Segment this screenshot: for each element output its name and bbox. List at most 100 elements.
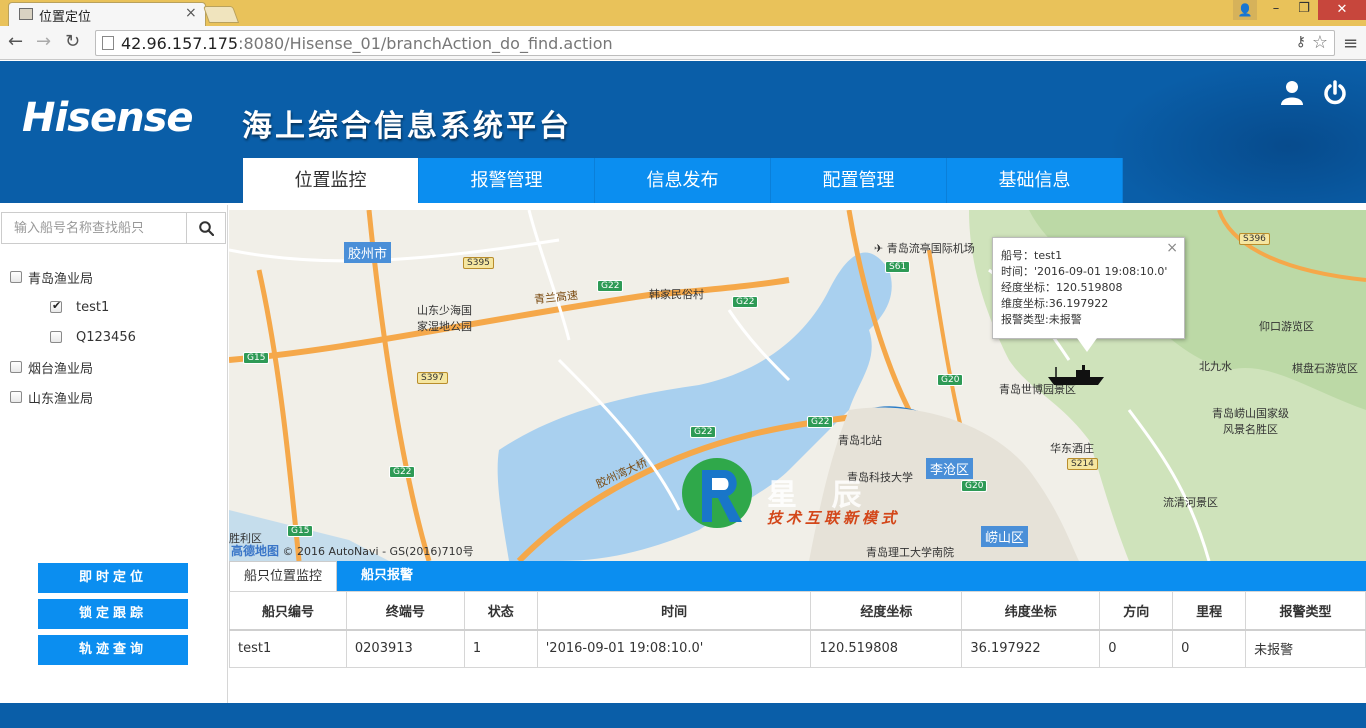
col-terminal-no[interactable]: 终端号: [345, 591, 465, 631]
road-g22: G22: [389, 466, 416, 478]
checkbox[interactable]: [10, 361, 22, 373]
tree-item-yantai[interactable]: 烟台渔业局: [10, 357, 93, 377]
page-icon: [102, 36, 114, 50]
col-longitude[interactable]: 经度坐标: [810, 591, 963, 631]
footer-bar: [0, 703, 1366, 728]
watermark-subtitle: 技术互联新模式: [767, 509, 901, 527]
col-time[interactable]: 时间: [536, 591, 812, 631]
close-window-button[interactable]: ✕: [1318, 0, 1366, 20]
new-tab-button[interactable]: [202, 6, 240, 23]
col-direction[interactable]: 方向: [1099, 591, 1174, 631]
table-row[interactable]: test1 0203913 1 '2016-09-01 19:08:10.0' …: [229, 629, 1366, 668]
tab-position-monitor[interactable]: 位置监控: [243, 158, 419, 203]
tab-close-icon[interactable]: ×: [185, 5, 197, 21]
checkbox[interactable]: [50, 331, 62, 343]
map-label-jiaozhou: 胶州市: [344, 242, 392, 263]
url-text[interactable]: 42.96.157.175:8080/Hisense_01/branchActi…: [121, 34, 613, 53]
map-label-airport: ✈ 青岛流亭国际机场: [874, 242, 975, 255]
cell: 未报警: [1245, 629, 1366, 668]
cell: 36.197922: [961, 629, 1101, 668]
road-g15: G15: [243, 352, 270, 364]
tree-item-shandong[interactable]: 山东渔业局: [10, 387, 93, 407]
checkbox[interactable]: [10, 271, 22, 283]
popup-ship-no: 船号：test1: [1001, 249, 1063, 262]
maximize-button[interactable]: ❐: [1290, 0, 1318, 20]
forward-arrow-icon[interactable]: →: [36, 31, 51, 52]
col-ship-no[interactable]: 船只编号: [229, 591, 347, 631]
tab-alarm-management[interactable]: 报警管理: [419, 158, 595, 203]
tree-item-label: 青岛渔业局: [28, 271, 94, 287]
locate-now-button[interactable]: 即时定位: [38, 563, 188, 593]
cell: 0: [1172, 629, 1247, 668]
col-latitude[interactable]: 纬度坐标: [961, 591, 1101, 631]
road-s397: S397: [417, 372, 448, 384]
map-label-qipan: 棋盘石游览区: [1292, 362, 1358, 375]
tab-basic-info[interactable]: 基础信息: [947, 158, 1123, 203]
popup-latitude: 维度坐标:36.197922: [1001, 297, 1109, 310]
amap-logo: 高德地图: [231, 544, 280, 558]
profile-icon[interactable]: 👤: [1233, 0, 1257, 20]
minimize-button[interactable]: –: [1262, 0, 1290, 20]
road-g15: G15: [287, 525, 314, 537]
brand-logo: Hisense: [22, 95, 194, 141]
search-button[interactable]: [186, 212, 226, 244]
key-icon[interactable]: ⚷: [1296, 34, 1306, 50]
ship-search-input[interactable]: [1, 212, 187, 244]
popup-longitude: 经度坐标：120.519808: [1001, 281, 1123, 294]
tab-ship-position[interactable]: 船只位置监控: [229, 561, 338, 591]
map-label-laoshan-park: 青岛崂山国家级 风景名胜区: [1212, 407, 1289, 436]
power-icon[interactable]: [1322, 80, 1348, 106]
ship-info-popup: × 船号：test1 时间：'2016-09-01 19:08:10.0' 经度…: [992, 237, 1185, 352]
search-icon: [199, 221, 214, 236]
tree-item-test1[interactable]: test1: [50, 297, 109, 317]
tree-item-label: 烟台渔业局: [28, 361, 94, 377]
cell: 0: [1099, 629, 1174, 668]
tree-item-label: 山东渔业局: [28, 391, 94, 407]
browser-tab[interactable]: 位置定位 ×: [8, 2, 206, 26]
map-label-north-station: 青岛北站: [838, 434, 882, 447]
favicon-icon: [19, 8, 33, 20]
map-label-qtech: 青岛理工大学南院: [866, 546, 954, 559]
map-view[interactable]: 胶州市 李沧区 崂山区 ✈ 青岛流亭国际机场 韩家民俗村 山东少海国 家湿地公园 …: [229, 210, 1366, 561]
tab-info-publish[interactable]: 信息发布: [595, 158, 771, 203]
back-arrow-icon[interactable]: ←: [8, 31, 23, 52]
url-path: :8080/Hisense_01/branchAction_do_find.ac…: [238, 34, 613, 53]
road-g22: G22: [807, 416, 834, 428]
popup-time: 时间：'2016-09-01 19:08:10.0': [1001, 265, 1168, 278]
map-label-huadong: 华东酒庄: [1050, 442, 1094, 455]
road-g20: G20: [961, 480, 988, 492]
col-status[interactable]: 状态: [463, 591, 538, 631]
map-label-laoshan: 崂山区: [981, 526, 1029, 547]
tab-config-management[interactable]: 配置管理: [771, 158, 947, 203]
checkbox-checked[interactable]: [50, 299, 62, 313]
cell: test1: [229, 629, 347, 668]
checkbox[interactable]: [10, 391, 22, 403]
tree-item-q123456[interactable]: Q123456: [50, 327, 136, 347]
user-icon[interactable]: [1280, 80, 1304, 106]
tab-ship-alarm[interactable]: 船只报警: [347, 561, 427, 591]
browser-titlebar: 位置定位 × 👤 – ❐ ✕: [0, 0, 1366, 26]
map-label-yangkou: 仰口游览区: [1259, 320, 1314, 333]
track-query-button[interactable]: 轨迹查询: [38, 635, 188, 665]
address-bar[interactable]: 42.96.157.175:8080/Hisense_01/branchActi…: [95, 30, 1335, 56]
lock-track-button[interactable]: 锁定跟踪: [38, 599, 188, 629]
map-label-liuqing: 流清河景区: [1163, 496, 1218, 509]
ship-marker-icon[interactable]: [1046, 365, 1106, 387]
map-attribution: 高德地图 © 2016 AutoNavi - GS(2016)710号: [231, 542, 474, 559]
col-mileage[interactable]: 里程: [1172, 591, 1247, 631]
popup-close-icon[interactable]: ×: [1166, 240, 1178, 256]
cell: '2016-09-01 19:08:10.0': [536, 629, 812, 668]
bookmark-star-icon[interactable]: ☆: [1312, 32, 1328, 53]
tab-title: 位置定位: [39, 10, 92, 25]
tree-item-label: test1: [76, 299, 110, 315]
menu-icon[interactable]: ≡: [1343, 33, 1358, 54]
table-header-row: 船只编号 终端号 状态 时间 经度坐标 纬度坐标 方向 里程 报警类型: [229, 591, 1366, 631]
cell: 1: [463, 629, 538, 668]
road-g22: G22: [597, 280, 624, 292]
map-label-licang: 李沧区: [926, 458, 974, 479]
col-alarm-type[interactable]: 报警类型: [1245, 591, 1366, 631]
reload-icon[interactable]: ↻: [65, 31, 80, 52]
map-label-hanjia: 韩家民俗村: [649, 288, 704, 301]
tree-item-qingdao[interactable]: 青岛渔业局: [10, 267, 93, 287]
main-nav: 位置监控 报警管理 信息发布 配置管理 基础信息: [243, 158, 1123, 203]
